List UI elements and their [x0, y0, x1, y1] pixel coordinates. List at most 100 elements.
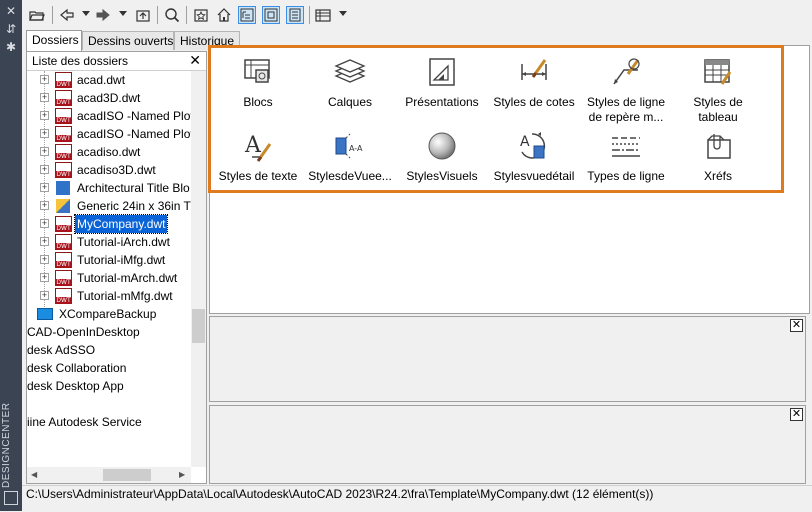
tree-folder-item[interactable]: desk Desktop App: [27, 377, 191, 395]
dwt-file-icon: [55, 288, 72, 304]
tree-item[interactable]: + Architectural Title Blo: [27, 179, 191, 197]
tree-item[interactable]: + acad.dwt: [27, 71, 191, 89]
content-item-styles-de-cotes[interactable]: Styles de cotes: [488, 50, 580, 120]
content-item-styles-de-vue[interactable]: A-A StylesdeVuee...: [304, 124, 396, 194]
views-dropdown-icon[interactable]: [339, 11, 347, 16]
blueprint-icon: [56, 199, 70, 213]
tree-body[interactable]: + acad.dwt + acad3D.dwt + acadISO -Named…: [27, 71, 191, 467]
tree-item-label: acadiso.dwt: [77, 145, 141, 159]
tree-item[interactable]: + Tutorial-mArch.dwt: [27, 269, 191, 287]
preview-icon[interactable]: [262, 6, 280, 24]
tree-item-label: acad3D.dwt: [77, 91, 141, 105]
svg-text:A-A: A-A: [349, 144, 363, 153]
tree-item[interactable]: + acad3D.dwt: [27, 89, 191, 107]
back-dropdown-icon[interactable]: [82, 11, 90, 16]
expand-icon[interactable]: +: [40, 255, 49, 264]
forward-icon[interactable]: [94, 6, 112, 24]
tree-folder-item[interactable]: XCompareBackup: [27, 305, 191, 323]
content-item-styles-visuels[interactable]: StylesVisuels: [396, 124, 488, 194]
dwt-file-icon: [55, 72, 72, 88]
tree-item[interactable]: + acadiso3D.dwt: [27, 161, 191, 179]
tree-item[interactable]: + Generic 24in x 36in Tit: [27, 197, 191, 215]
dwt-file-icon: [55, 108, 72, 124]
content-item-styles-de-tableau[interactable]: Styles de tableau: [672, 50, 764, 124]
tree-folder-item[interactable]: desk AdSSO: [27, 341, 191, 359]
scroll-right-icon[interactable]: ▶: [179, 470, 185, 479]
home-icon[interactable]: [215, 6, 233, 24]
content-item-label: StylesVisuels: [406, 169, 478, 183]
scrollbar-thumb[interactable]: [103, 469, 151, 481]
dwt-file-icon: [55, 234, 72, 250]
tree-item[interactable]: + acadiso.dwt: [27, 143, 191, 161]
tree-item-label: acad.dwt: [77, 73, 126, 87]
expand-icon[interactable]: +: [40, 219, 49, 228]
tree-item-label: Tutorial-iMfg.dwt: [77, 253, 166, 267]
expand-icon[interactable]: +: [40, 291, 49, 300]
properties-icon[interactable]: ✱: [3, 40, 19, 54]
side-strip: ✕ ⇵ ✱ DESIGNCENTER: [0, 0, 22, 511]
tree-item-label: acadISO -Named Plot: [77, 127, 191, 141]
description-panel: ✕: [209, 405, 806, 484]
preview-close-icon[interactable]: ✕: [790, 319, 803, 332]
autohide-icon[interactable]: ⇵: [3, 22, 19, 36]
mleaderstyles-icon: [613, 58, 640, 85]
expand-icon[interactable]: +: [40, 93, 49, 102]
search-icon[interactable]: [163, 6, 181, 24]
content-item-styles-de-texte[interactable]: A Styles de texte: [212, 124, 304, 194]
expand-icon[interactable]: +: [40, 165, 49, 174]
tree-close-icon[interactable]: ✕: [189, 52, 201, 69]
favorites-icon[interactable]: [192, 6, 210, 24]
content-item-mleader-styles[interactable]: Styles de ligne de repère m...: [580, 50, 672, 124]
tree-vertical-scrollbar[interactable]: [191, 71, 206, 467]
content-item-xrefs[interactable]: Xréfs: [672, 124, 764, 194]
description-icon[interactable]: [286, 6, 304, 24]
content-item-styles-vue-detail[interactable]: A Stylesvuedétail: [488, 124, 580, 194]
tablestyles-icon: [704, 59, 732, 85]
tree-item[interactable]: + Tutorial-iArch.dwt: [27, 233, 191, 251]
tree-folder-item[interactable]: CAD-OpenInDesktop: [27, 323, 191, 341]
expand-icon[interactable]: +: [40, 183, 49, 192]
content-area[interactable]: Blocs Calques Présentations Styles de co…: [209, 45, 810, 314]
expand-icon[interactable]: +: [40, 201, 49, 210]
expand-icon[interactable]: +: [40, 237, 49, 246]
tree-item-label: Tutorial-iArch.dwt: [77, 235, 170, 249]
tree-item-label: iine Autodesk Service: [27, 415, 142, 429]
tree-folder-item[interactable]: iine Autodesk Service: [27, 413, 191, 431]
textstyles-icon: A: [244, 133, 272, 162]
content-item-presentations[interactable]: Présentations: [396, 50, 488, 120]
views-icon[interactable]: [314, 6, 332, 24]
content-item-calques[interactable]: Calques: [304, 50, 396, 120]
tree-item[interactable]: + acadISO -Named Plot: [27, 107, 191, 125]
forward-dropdown-icon[interactable]: [119, 11, 127, 16]
resize-grip-icon[interactable]: [4, 491, 18, 505]
tree-horizontal-scrollbar[interactable]: ◀ ▶: [27, 467, 191, 483]
tree-view-toggle-icon[interactable]: [238, 6, 256, 24]
content-item-label: StylesdeVuee...: [308, 169, 392, 183]
up-folder-icon[interactable]: [134, 6, 152, 24]
tree-item-label: desk Desktop App: [27, 379, 124, 393]
tab-dossiers[interactable]: Dossiers: [26, 30, 82, 51]
content-item-label: Styles de cotes: [493, 95, 575, 109]
load-folder-icon[interactable]: [28, 6, 46, 24]
back-icon[interactable]: [58, 6, 76, 24]
content-item-types-de-ligne[interactable]: Types de ligne: [580, 124, 672, 194]
expand-icon[interactable]: +: [40, 75, 49, 84]
tree-item-selected[interactable]: + MyCompany.dwt: [27, 214, 191, 234]
expand-icon[interactable]: +: [40, 111, 49, 120]
scrollbar-thumb[interactable]: [192, 309, 205, 343]
tree-item[interactable]: + Tutorial-iMfg.dwt: [27, 251, 191, 269]
tab-dessins-ouverts[interactable]: Dessins ouverts: [82, 31, 174, 50]
expand-icon[interactable]: +: [40, 273, 49, 282]
tree-item-label: XCompareBackup: [59, 307, 157, 321]
tree-folder-item[interactable]: desk Collaboration: [27, 359, 191, 377]
close-icon[interactable]: ✕: [3, 4, 19, 18]
tree-item[interactable]: + Tutorial-mMfg.dwt: [27, 287, 191, 305]
tree-item[interactable]: + acadISO -Named Plot: [27, 125, 191, 143]
content-item-blocs[interactable]: Blocs: [212, 50, 304, 120]
tree-item-label: MyCompany.dwt: [73, 214, 169, 234]
dwt-file-icon: [55, 126, 72, 142]
scroll-left-icon[interactable]: ◀: [31, 470, 37, 479]
description-close-icon[interactable]: ✕: [790, 408, 803, 421]
expand-icon[interactable]: +: [40, 147, 49, 156]
expand-icon[interactable]: +: [40, 129, 49, 138]
